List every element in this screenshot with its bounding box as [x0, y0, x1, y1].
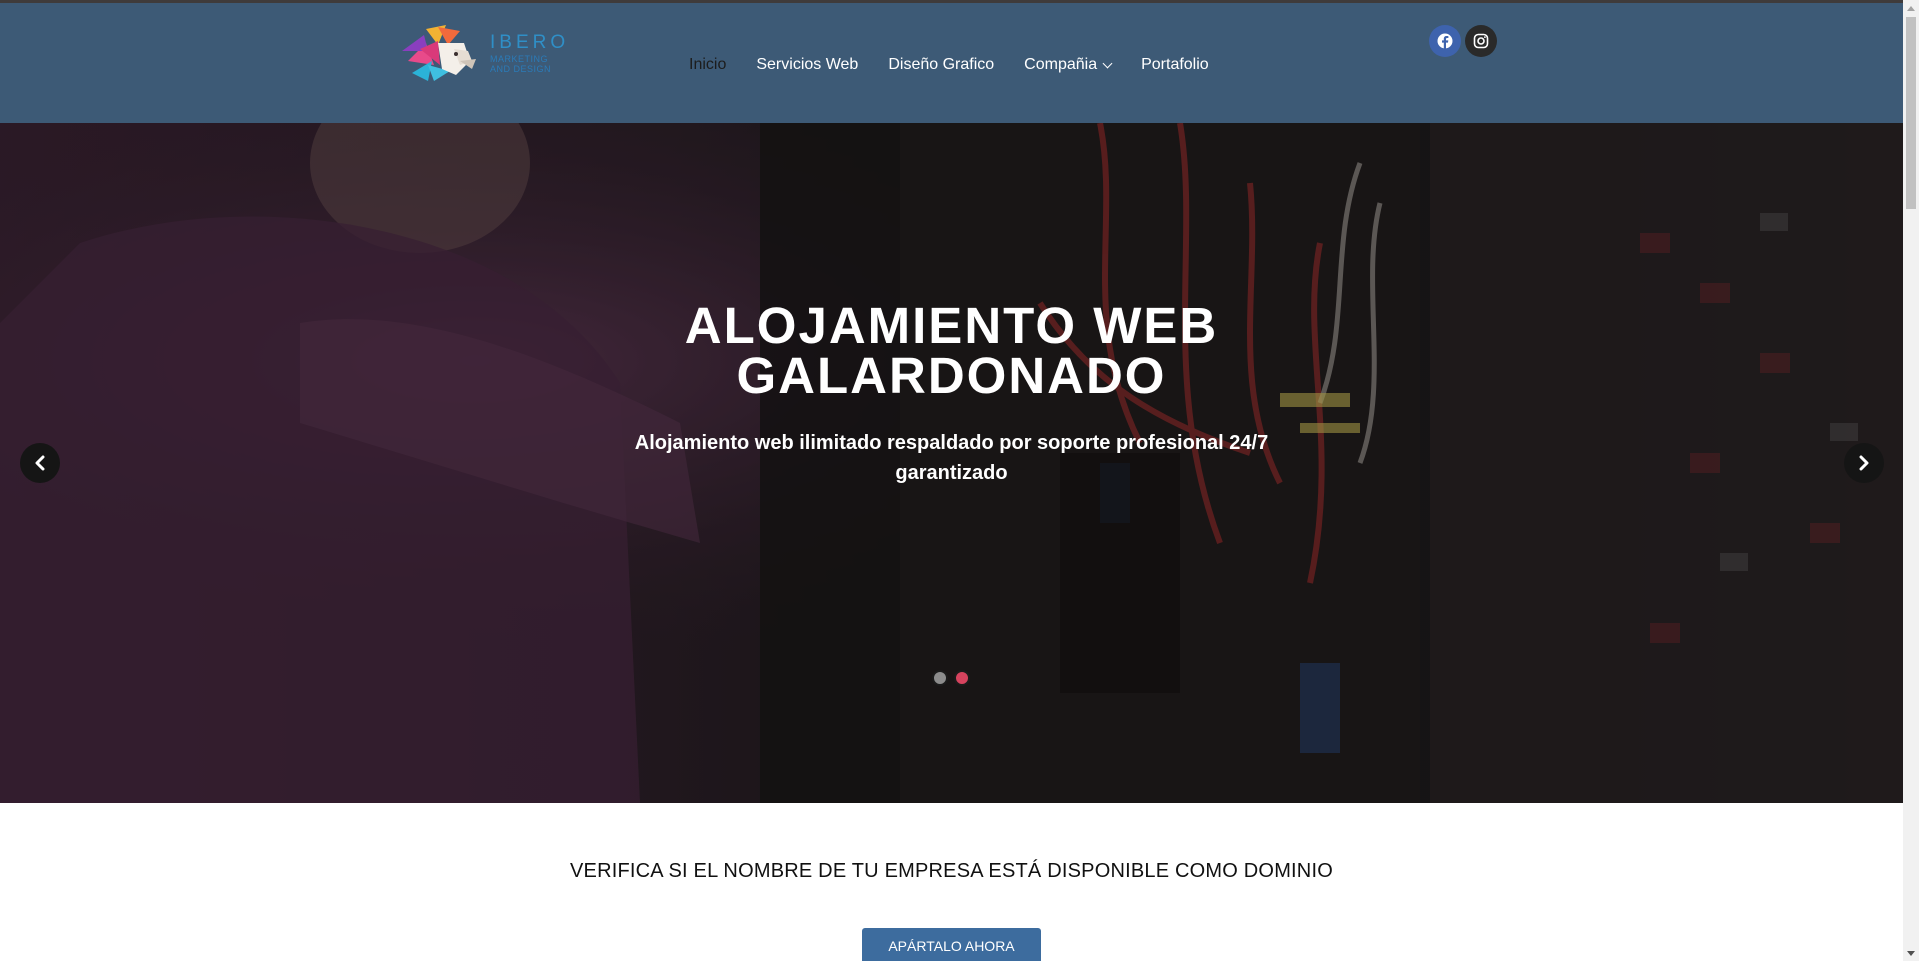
scroll-down-button[interactable]	[1903, 945, 1919, 961]
instagram-icon	[1473, 33, 1489, 49]
nav-item-inicio[interactable]: Inicio	[689, 56, 726, 74]
chevron-down-icon	[1102, 58, 1113, 68]
nav-item-compania-label: Compañia	[1024, 56, 1098, 73]
hero-subtitle-text: Alojamiento web ilimitado respaldado por…	[634, 432, 1269, 484]
nav-item-diseno-grafico[interactable]: Diseño Grafico	[888, 56, 994, 74]
domain-section-title: VERIFICA SI EL NOMBRE DE TU EMPRESA ESTÁ…	[570, 860, 1333, 882]
slider-prev-button[interactable]	[20, 443, 60, 483]
facebook-link[interactable]	[1429, 25, 1461, 57]
chevron-right-icon	[1859, 455, 1869, 471]
scroll-up-arrow-icon	[1907, 5, 1915, 11]
scroll-down-arrow-icon	[1907, 950, 1915, 956]
nav-item-servicios-web[interactable]: Servicios Web	[756, 56, 858, 74]
hero-slider: ALOJAMIENTO WEB GALARDONADO Alojamiento …	[0, 123, 1903, 803]
hero-title-line2: GALARDONADO	[736, 347, 1167, 404]
nav-item-compania[interactable]: Compañia	[1024, 56, 1113, 74]
hero-title-line1: ALOJAMIENTO WEB	[684, 297, 1219, 354]
logo-tagline-line2: AND DESIGN	[490, 63, 552, 74]
reserve-domain-button[interactable]: APÁRTALO AHORA	[862, 928, 1041, 961]
main-nav: Inicio Servicios Web Diseño Grafico Comp…	[689, 53, 1239, 77]
site-logo[interactable]: IBERO MARKETING AND DESIGN	[398, 21, 570, 85]
hero-subtitle: Alojamiento web ilimitado respaldado por…	[0, 428, 1903, 488]
scroll-up-button[interactable]	[1903, 0, 1919, 16]
chevron-left-icon	[35, 455, 45, 471]
instagram-link[interactable]	[1465, 25, 1497, 57]
facebook-icon	[1437, 33, 1453, 49]
slider-dot-1[interactable]	[932, 670, 948, 686]
logo-name: IBERO	[490, 31, 570, 53]
page: IBERO MARKETING AND DESIGN Inicio Servic…	[0, 0, 1903, 961]
slider-dot-2-active[interactable]	[954, 670, 970, 686]
logo-tagline-line1: MARKETING	[490, 53, 549, 64]
slider-pagination	[932, 670, 976, 686]
vertical-scrollbar[interactable]	[1903, 0, 1919, 961]
logo-text: IBERO MARKETING AND DESIGN	[490, 33, 569, 74]
site-header: IBERO MARKETING AND DESIGN Inicio Servic…	[0, 3, 1903, 123]
nav-item-portafolio[interactable]: Portafolio	[1141, 56, 1209, 74]
scrollbar-thumb[interactable]	[1906, 17, 1916, 209]
slider-next-button[interactable]	[1844, 443, 1884, 483]
hero-title: ALOJAMIENTO WEB GALARDONADO	[0, 297, 1903, 404]
lion-head-logo-icon	[402, 25, 476, 81]
